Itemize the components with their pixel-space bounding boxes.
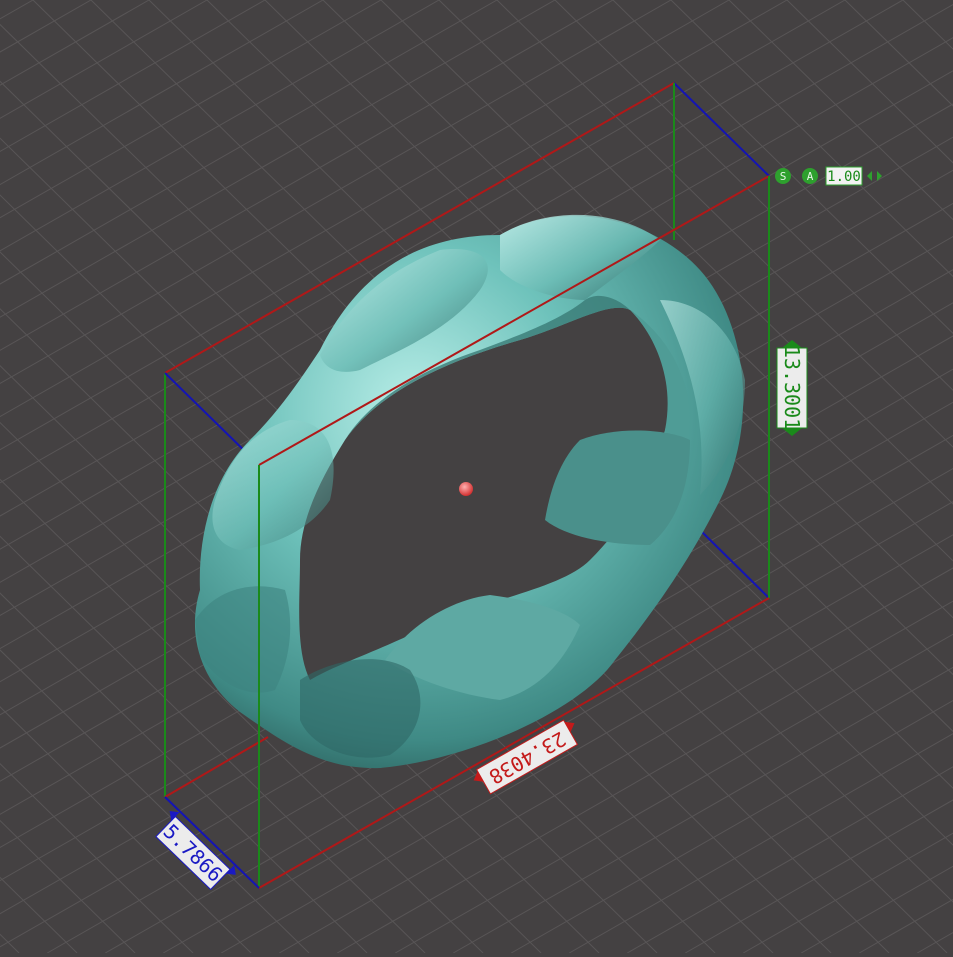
3d-viewport[interactable]: 23.4038 5.7866 13.3001 S A 1.00 (0, 0, 953, 954)
height-dimension-label[interactable]: 13.3001 (776, 340, 808, 436)
height-value: 13.3001 (780, 346, 804, 430)
scale-value: 1.00 (827, 169, 861, 185)
pivot-point[interactable] (459, 482, 473, 496)
scale-button-label: S (780, 170, 787, 183)
auto-button-label: A (807, 170, 814, 183)
viewport-canvas[interactable]: 23.4038 5.7866 13.3001 S A 1.00 (0, 0, 953, 954)
